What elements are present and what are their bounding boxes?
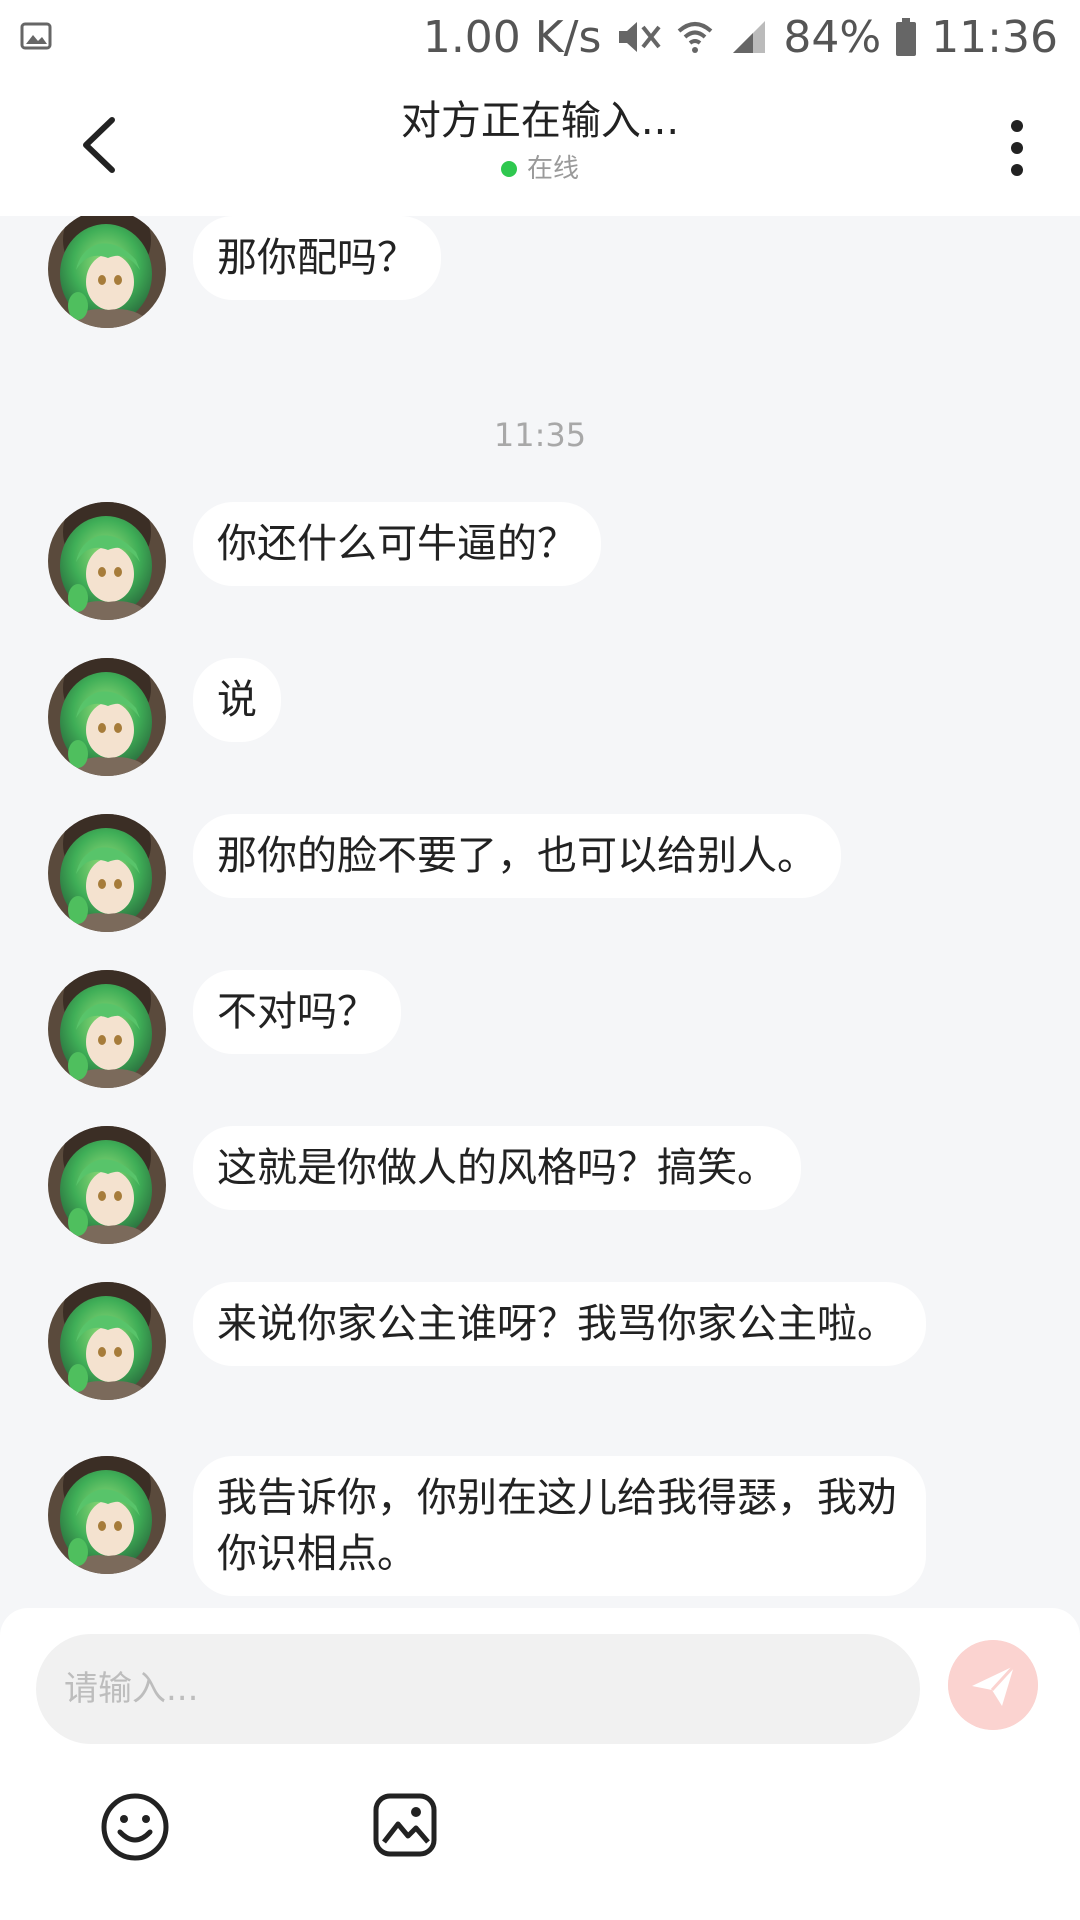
message-bubble: 不对吗？ bbox=[193, 970, 401, 1054]
header-center: 对方正在输入... 在线 bbox=[0, 94, 1080, 186]
avatar[interactable] bbox=[48, 970, 166, 1088]
message-bubble: 那你的脸不要了，也可以给别人。 bbox=[193, 814, 841, 898]
chat-messages[interactable]: 那你配吗？ 11:35 你还什么可牛逼的？ 说 那你的脸不要了，也可以给别人。 … bbox=[0, 216, 1080, 1611]
more-options-icon[interactable] bbox=[1002, 118, 1032, 178]
message-bubble: 我告诉你，你别在这儿给我得瑟，我劝你识相点。 bbox=[193, 1456, 926, 1596]
avatar[interactable] bbox=[48, 1126, 166, 1244]
message-input[interactable] bbox=[36, 1634, 920, 1744]
avatar[interactable] bbox=[48, 216, 166, 328]
avatar[interactable] bbox=[48, 658, 166, 776]
chat-header: 对方正在输入... 在线 bbox=[0, 74, 1080, 216]
avatar[interactable] bbox=[48, 814, 166, 932]
send-icon[interactable] bbox=[948, 1640, 1038, 1730]
mute-icon bbox=[619, 22, 661, 52]
image-icon[interactable] bbox=[372, 1792, 438, 1858]
clock: 11:36 bbox=[931, 11, 1058, 63]
message-bubble: 你还什么可牛逼的？ bbox=[193, 502, 601, 586]
avatar[interactable] bbox=[48, 502, 166, 620]
avatar[interactable] bbox=[48, 1456, 166, 1574]
online-status-label: 在线 bbox=[526, 154, 579, 184]
message-timestamp: 11:35 bbox=[493, 416, 587, 454]
online-status: 在线 bbox=[500, 152, 579, 186]
online-dot-icon bbox=[500, 161, 517, 177]
gallery-icon bbox=[20, 22, 52, 50]
network-speed: 1.00 K/s bbox=[422, 11, 602, 63]
message-bubble: 来说你家公主谁呀？我骂你家公主啦。 bbox=[193, 1282, 926, 1366]
page-title: 对方正在输入... bbox=[400, 98, 680, 144]
message-bubble: 说 bbox=[193, 658, 281, 742]
battery-icon bbox=[896, 18, 917, 56]
status-bar: 1.00 K/s 84% 11:36 bbox=[0, 0, 1080, 74]
wifi-icon bbox=[678, 22, 713, 53]
message-bubble: 这就是你做人的风格吗？搞笑。 bbox=[193, 1126, 801, 1210]
battery-percent: 84% bbox=[783, 11, 882, 63]
input-panel bbox=[0, 1608, 1080, 1920]
message-bubble: 那你配吗？ bbox=[193, 216, 441, 300]
emoji-icon[interactable] bbox=[100, 1792, 170, 1862]
avatar[interactable] bbox=[48, 1282, 166, 1400]
signal-icon bbox=[733, 21, 766, 53]
